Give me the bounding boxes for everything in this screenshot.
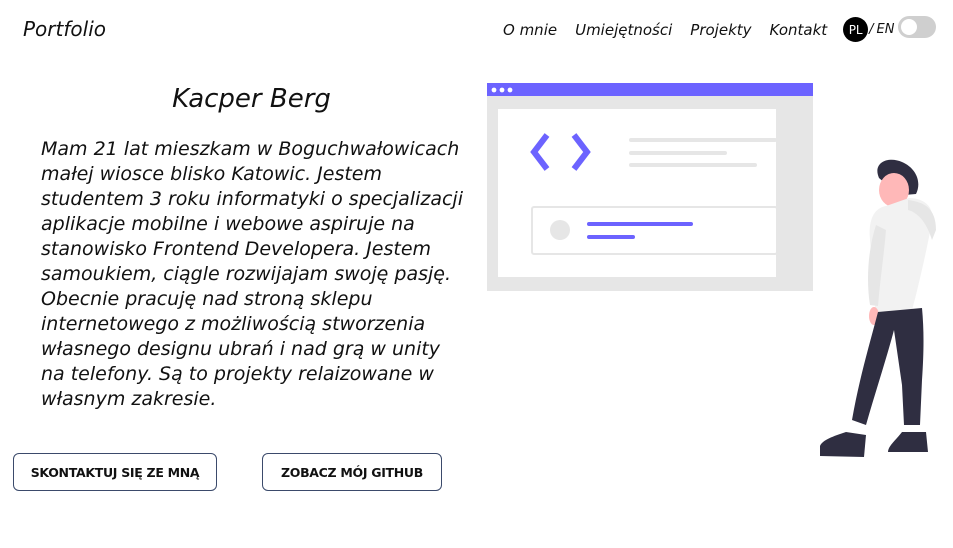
theme-toggle[interactable]: [898, 16, 936, 38]
person-illustration: [820, 159, 936, 457]
lang-separator: /: [869, 22, 874, 37]
contact-button[interactable]: SKONTAKTUJ SIĘ ZE MNĄ: [13, 453, 217, 491]
nav-link-contact[interactable]: Kontakt: [770, 21, 828, 39]
nav-link-about[interactable]: O mnie: [503, 21, 557, 39]
main-nav: O mnie Umiejętności Projekty Kontakt PL …: [503, 17, 895, 42]
logo[interactable]: Portfolio: [23, 17, 106, 41]
hero-name: Kacper Berg: [172, 84, 331, 114]
nav-link-skills[interactable]: Umiejętności: [575, 21, 672, 39]
toggle-knob: [901, 19, 917, 35]
github-button[interactable]: ZOBACZ MÓJ GITHUB: [262, 453, 442, 491]
browser-window-illustration: [487, 83, 813, 291]
lang-en-button[interactable]: EN: [877, 22, 895, 37]
hero-bio: Mam 21 lat mieszkam w Boguchwałowicach m…: [41, 138, 463, 410]
language-switcher: PL / EN: [843, 17, 895, 42]
developer-illustration: [487, 83, 936, 457]
lang-pl-button[interactable]: PL: [843, 17, 869, 42]
nav-link-projects[interactable]: Projekty: [690, 21, 751, 39]
